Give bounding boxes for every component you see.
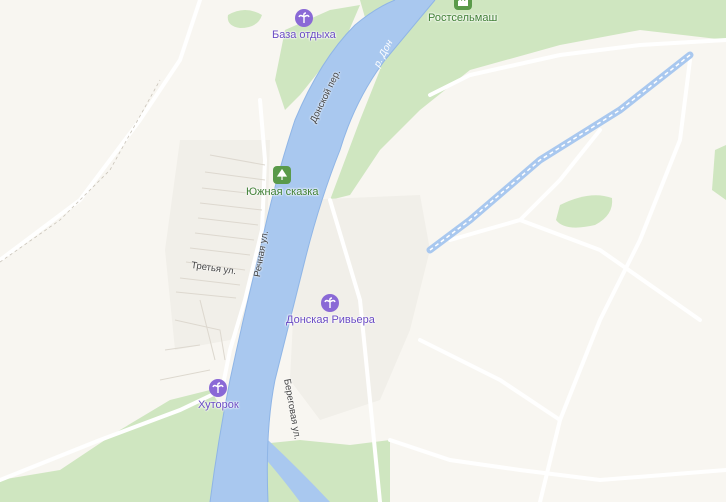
palm-icon	[321, 294, 340, 312]
poi-yuzhnaya-skazka[interactable]: Южная сказка	[246, 166, 318, 198]
park-icon	[273, 166, 292, 184]
poi-label: Южная сказка	[246, 186, 319, 198]
poi-hutorok[interactable]: Хуторок	[198, 379, 239, 411]
map-canvas[interactable]: База отдыха Ростсельмаш Южная сказка Дон…	[0, 0, 726, 502]
palm-icon	[209, 379, 228, 397]
poi-donskaya-riviera[interactable]: Донская Ривьера	[286, 294, 375, 326]
poi-label: База отдыха	[272, 29, 336, 41]
factory-icon	[453, 0, 472, 10]
poi-label: Хуторок	[198, 399, 239, 411]
poi-rostselmash[interactable]: Ростсельмаш	[428, 0, 497, 24]
poi-label: Донская Ривьера	[286, 314, 375, 326]
poi-baza-otdyha[interactable]: База отдыха	[272, 9, 336, 41]
map-base-layer	[0, 0, 726, 502]
palm-icon	[294, 9, 313, 27]
poi-label: Ростсельмаш	[428, 12, 498, 24]
